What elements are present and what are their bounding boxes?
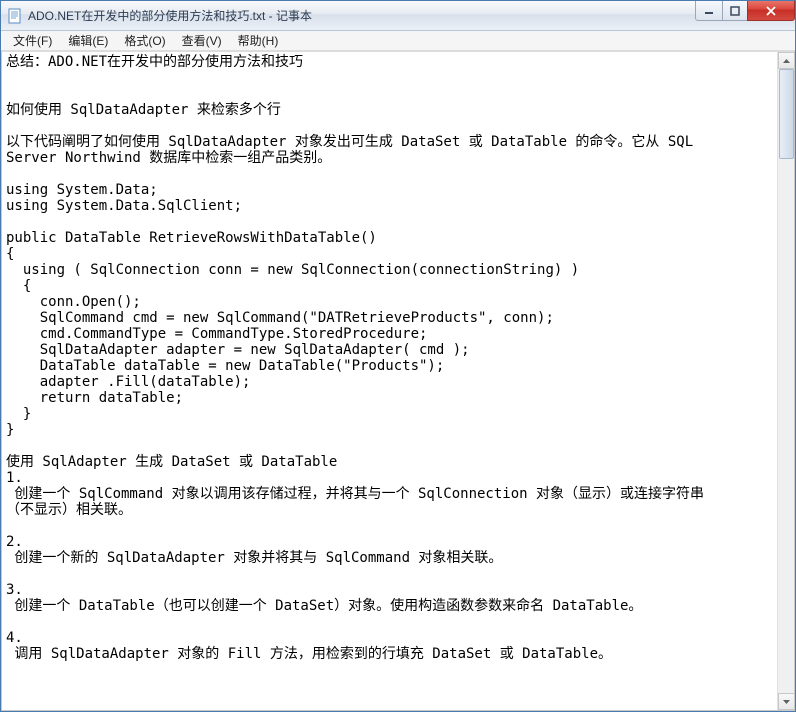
scroll-up-button[interactable] — [778, 52, 795, 69]
text-content[interactable]: 总结：ADO.NET在开发中的部分使用方法和技巧 如何使用 SqlDataAda… — [2, 52, 777, 710]
notepad-icon — [7, 8, 23, 24]
menu-view[interactable]: 查看(V) — [174, 30, 230, 51]
menu-edit[interactable]: 编辑(E) — [60, 30, 116, 51]
menu-format[interactable]: 格式(O) — [116, 30, 173, 51]
window-title: ADO.NET在开发中的部分使用方法和技巧.txt - 记事本 — [28, 7, 312, 24]
menu-help[interactable]: 帮助(H) — [230, 30, 287, 51]
scroll-thumb[interactable] — [779, 69, 794, 159]
titlebar[interactable]: ADO.NET在开发中的部分使用方法和技巧.txt - 记事本 — [1, 1, 795, 31]
minimize-button[interactable] — [695, 1, 723, 21]
scroll-down-button[interactable] — [778, 693, 795, 710]
maximize-button[interactable] — [722, 1, 748, 21]
close-button[interactable] — [747, 1, 795, 21]
editor-area: 总结：ADO.NET在开发中的部分使用方法和技巧 如何使用 SqlDataAda… — [1, 51, 795, 711]
window-controls — [696, 1, 795, 21]
vertical-scrollbar[interactable] — [777, 52, 794, 710]
menubar: 文件(F) 编辑(E) 格式(O) 查看(V) 帮助(H) — [1, 31, 795, 51]
menu-file[interactable]: 文件(F) — [5, 30, 60, 51]
